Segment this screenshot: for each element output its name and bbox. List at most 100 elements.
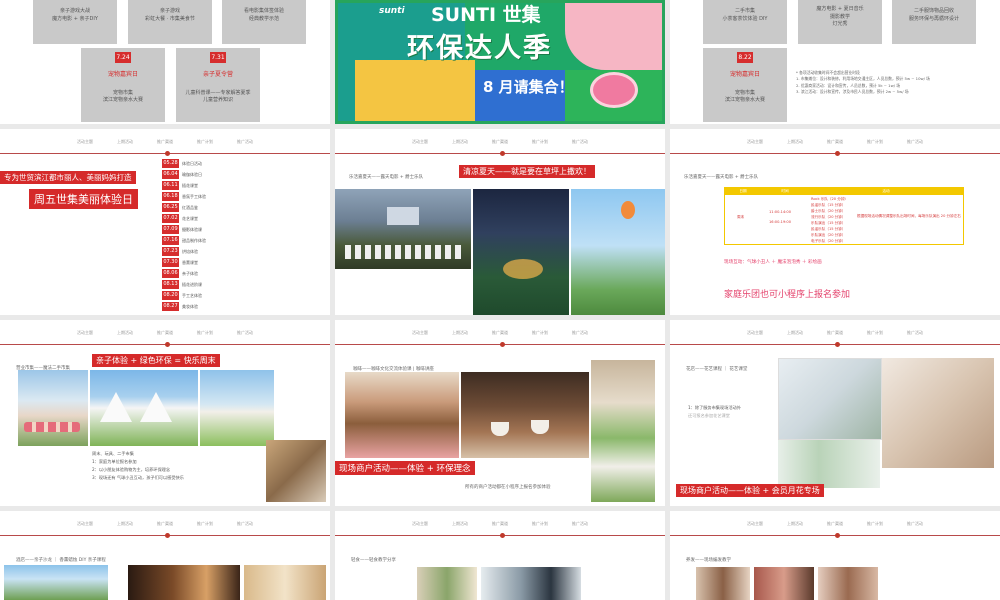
slide-header: 花店——花艺课程 ｜ 花艺课堂 [686,367,748,372]
tent-shape [100,392,132,422]
nav-tab: 推广渠道 [827,521,843,526]
outdoor-cinema-photo [335,189,471,269]
bullet-item: 1：家庭为单位报名参加 [92,458,137,464]
nav-tab: 上期活动 [452,330,468,335]
header-dot [165,533,170,538]
slide-thumbnail-12[interactable]: 活动主题 上期活动 推广渠道 推广计划 推广活动 养发——现场编发教学 [670,511,1000,600]
schedule-label: 摄影体验课 [182,226,202,232]
nav-tab: 活动主题 [77,521,93,526]
note-line: 3. 滨江活动：设计和宣传，涉及市民人员总数，预计 2w ~ 5w/ 场 [796,89,909,95]
slide-thumbnail-9[interactable]: 活动主题 上期活动 推广渠道 推广计划 推广活动 花店——花艺课程 ｜ 花艺课堂… [670,320,1000,506]
schedule-date: 06.18 [162,192,179,201]
nav-tabs: 活动主题 上期活动 推广渠道 推广计划 推广活动 [0,521,330,527]
slide-thumbnail-3[interactable]: 二手市集 小茶客茶饮体验 DIY 魔方电影 + 夏日音乐 摄影教学 灯光秀 二手… [670,0,1000,124]
nav-tab: 推广渠道 [492,139,508,144]
balloon-sky-photo [571,189,665,315]
activity-box: 看电影集体签体验 经典教学示范 [222,0,306,44]
nav-tab: 推广渠道 [492,521,508,526]
schedule-table: 日期 时间 活动 周末 11:00-14:00 16:00-19:00 Rock… [724,187,964,245]
nav-tab: 上期活动 [117,139,133,144]
table-time: 11:00-14:00 [769,210,792,214]
schedule-row: 08.20 手工艺体验 [162,290,206,301]
schedule-label: 香氛手工体验 [182,193,206,199]
screen-shape [387,207,419,225]
nav-tab: 推广计划 [532,330,548,335]
schedule-label: 美妆体验 [182,303,198,309]
market-tents-photo-1 [18,370,88,446]
schedule-date: 07.02 [162,214,179,223]
highlight-line: 专为世贸滨江都市丽人、美丽妈妈打造 [0,171,136,184]
date-box: 7.24 宠物嘉宾日 宠物市集 滨江宠物亲水大赛 [81,48,165,122]
nav-tab: 活动主题 [77,330,93,335]
interaction-text: 现场互动：气球小丑人 ＋ 魔法泡泡秀 ＋ 彩绘画 [724,260,822,265]
box-text: 魔方电影 + 亲子DIY [52,15,98,22]
nav-tab: 推广渠道 [492,330,508,335]
notes-block: * 各项活动收集时间不会超出营业时段 1. 市集摊位：设计和装修，利用场地交通主… [796,70,930,96]
nav-tab: 推广活动 [237,521,253,526]
slide-thumbnail-7[interactable]: 活动主题 上期活动 推广渠道 推广计划 推广活动 亲子体验 + 绿色环保 = 快… [0,320,330,506]
nav-tab: 上期活动 [117,330,133,335]
nav-tab: 推广计划 [867,330,883,335]
nav-tabs: 活动主题 上期活动 推广渠道 推广计划 推广活动 [335,521,665,527]
flower-table-photo [778,358,882,440]
nav-tabs: 活动主题 上期活动 推广渠道 推广计划 推广活动 [335,330,665,336]
slide-thumbnail-10[interactable]: 活动主题 上期活动 推广渠道 推广计划 推广活动 酒店——亲子沙龙 ｜ 香薰蜡烛… [0,511,330,600]
schedule-date: 06.04 [162,170,179,179]
schedule-row: 07.02 花艺课堂 [162,213,206,224]
slide-thumbnail-1[interactable]: 亲子游戏大战 魔方电影 + 亲子DIY 亲子游戏 彩虹大餐 · 市集美食节 看电… [0,0,330,124]
slide-header: 轻食——轻食教学分享 [351,558,396,563]
table-header-cell: 时间 [781,189,789,193]
slide-thumbnail-6[interactable]: 活动主题 上期活动 推广渠道 推广计划 推广活动 乐活嘉夏天——露天电影 + 爵… [670,129,1000,315]
table-header-cell: 日期 [739,189,747,193]
bullet-item: 1：除了服务市集现场活动外 [688,405,741,410]
nav-tabs: 活动主题 上期活动 推广渠道 推广计划 推广活动 [670,139,1000,145]
nav-tab: 活动主题 [747,521,763,526]
date-title: 宠物嘉宾日 [107,71,138,78]
date-tag: 7.31 [210,52,226,63]
nav-tab: 活动主题 [747,330,763,335]
nav-tab: 活动主题 [412,330,428,335]
bullet-list: 1：除了服务市集现场活动外 还可报名参加花艺课堂 [688,404,741,420]
schedule-row: 07.16 甜品制作体验 [162,235,206,246]
poster-border [335,0,665,124]
nav-tab: 推广活动 [907,330,923,335]
date-title: 亲子夏令营 [202,71,233,78]
candle-class-photo [128,565,240,600]
date-line: 儿童营养知识 [202,97,233,103]
schedule-date: 08.20 [162,291,179,300]
slide-thumbnail-4[interactable]: 活动主题 上期活动 推广渠道 推广计划 推广活动 专为世贸滨江都市丽人、美丽妈妈… [0,129,330,315]
table-note: 根据现场活动情况调整乐队出场时间，每场乐队演出 20 分钟左右 [857,214,961,218]
park-photo [4,565,108,600]
schedule-date: 06.11 [162,181,179,190]
schedule-row: 08.27 美妆体验 [162,301,206,312]
schedule-label: 香薰课堂 [182,259,198,265]
nav-tab: 推广渠道 [157,330,173,335]
slide-thumbnail-2[interactable]: sunti SUNTI 世集 环保达人季 8 月请集合！ [335,0,665,124]
slide-thumbnail-8[interactable]: 活动主题 上期活动 推广渠道 推广计划 推广活动 咖啡——咖啡文化交流体验课 |… [335,320,665,506]
schedule-label: 插花课堂 [182,182,198,188]
schedule-date: 08.06 [162,269,179,278]
table-day: 周末 [737,215,745,219]
schedule-row: 06.11 插花课堂 [162,180,206,191]
slide-thumbnail-5[interactable]: 活动主题 上期活动 推广渠道 推广计划 推广活动 乐活嘉夏天——露天电影 + 爵… [335,129,665,315]
slide-thumbnail-11[interactable]: 活动主题 上期活动 推广渠道 推广计划 推广活动 轻食——轻食教学分享 [335,511,665,600]
table-time: 16:00-19:00 [769,220,792,224]
nav-tabs: 活动主题 上期活动 推广渠道 推广计划 推广活动 [0,139,330,145]
nav-tab: 上期活动 [787,521,803,526]
cup-shape [491,422,509,436]
bullet-item: 还可报名参加花艺课堂 [688,412,730,418]
header-dot [835,342,840,347]
schedule-row: 05.28 体验日活动 [162,158,206,169]
nav-tab: 推广计划 [532,521,548,526]
market-tents-photo-2 [90,370,198,446]
table-items: Rock 乐队（20 分钟） 民谣乐队（15 分钟） 爵士乐队（20 分钟） 流… [811,196,848,244]
header-dot [500,342,505,347]
schedule-date: 05.28 [162,159,179,168]
slide-caption: 所有的商户活动都在小程序上报名参加体验 [465,485,551,490]
slide-red-label: 清凉夏天——就是要在草坪上撒欢！ [459,165,595,178]
box-text: 彩虹大餐 · 市集美食节 [145,15,195,22]
table-header-cell: 活动 [882,189,890,193]
header-dot [500,533,505,538]
schedule-list: 05.28 体验日活动 06.04 瑜伽体验日 06.11 插花课堂 06.18 香氛手… [162,158,206,312]
bullet-list: 周末、玩具、二手市集 1：家庭为单位报名参加 2：以小朋友体验购物为主，培养环保… [92,450,184,482]
